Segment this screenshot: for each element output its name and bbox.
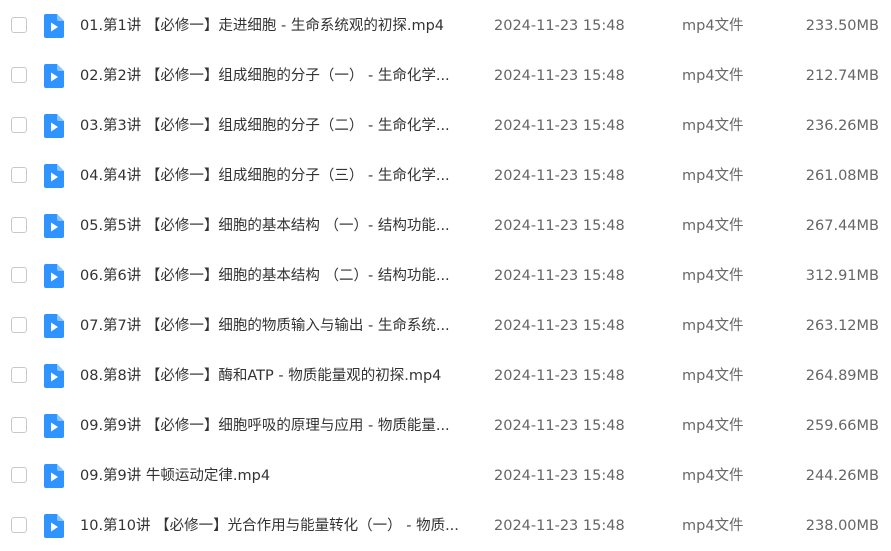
row-checkbox[interactable] bbox=[11, 17, 27, 33]
video-file-icon bbox=[44, 264, 64, 288]
file-type: mp4文件 bbox=[682, 268, 744, 284]
file-row[interactable]: 09.第9讲 牛顿运动定律.mp4 2024-11-23 15:48 mp4文件… bbox=[0, 451, 891, 501]
file-row[interactable]: 10.第10讲 【必修一】光合作用与能量转化（一） - 物质... 2024-1… bbox=[0, 501, 891, 551]
file-type: mp4文件 bbox=[682, 518, 744, 534]
row-checkbox[interactable] bbox=[11, 417, 27, 433]
video-file-icon bbox=[44, 364, 64, 388]
file-type: mp4文件 bbox=[682, 318, 744, 334]
file-date: 2024-11-23 15:48 bbox=[494, 168, 625, 184]
row-checkbox[interactable] bbox=[11, 367, 27, 383]
file-date: 2024-11-23 15:48 bbox=[494, 518, 625, 534]
file-size: 236.26MB bbox=[805, 118, 879, 134]
file-size: 212.74MB bbox=[805, 68, 879, 84]
file-name[interactable]: 05.第5讲 【必修一】细胞的基本结构 （一）- 结构功能... bbox=[80, 201, 480, 251]
file-size: 267.44MB bbox=[805, 218, 879, 234]
file-date: 2024-11-23 15:48 bbox=[494, 468, 625, 484]
file-date: 2024-11-23 15:48 bbox=[494, 68, 625, 84]
file-date: 2024-11-23 15:48 bbox=[494, 118, 625, 134]
video-file-icon bbox=[44, 214, 64, 238]
row-checkbox[interactable] bbox=[11, 317, 27, 333]
row-checkbox[interactable] bbox=[11, 267, 27, 283]
file-size: 233.50MB bbox=[805, 18, 879, 34]
file-size: 238.00MB bbox=[805, 518, 879, 534]
row-checkbox[interactable] bbox=[11, 517, 27, 533]
file-name[interactable]: 04.第4讲 【必修一】组成细胞的分子（三） - 生命化学... bbox=[80, 151, 480, 201]
file-type: mp4文件 bbox=[682, 168, 744, 184]
file-row[interactable]: 03.第3讲 【必修一】组成细胞的分子（二） - 生命化学... 2024-11… bbox=[0, 101, 891, 151]
file-row[interactable]: 01.第1讲 【必修一】走进细胞 - 生命系统观的初探.mp4 2024-11-… bbox=[0, 1, 891, 51]
file-size: 259.66MB bbox=[805, 418, 879, 434]
file-date: 2024-11-23 15:48 bbox=[494, 18, 625, 34]
row-checkbox[interactable] bbox=[11, 217, 27, 233]
file-size: 312.91MB bbox=[805, 268, 879, 284]
file-name[interactable]: 02.第2讲 【必修一】组成细胞的分子（一） - 生命化学... bbox=[80, 51, 480, 101]
file-date: 2024-11-23 15:48 bbox=[494, 218, 625, 234]
file-size: 263.12MB bbox=[805, 318, 879, 334]
file-date: 2024-11-23 15:48 bbox=[494, 368, 625, 384]
video-file-icon bbox=[44, 14, 64, 38]
file-row[interactable]: 02.第2讲 【必修一】组成细胞的分子（一） - 生命化学... 2024-11… bbox=[0, 51, 891, 101]
file-type: mp4文件 bbox=[682, 368, 744, 384]
file-row[interactable]: 08.第8讲 【必修一】酶和ATP - 物质能量观的初探.mp4 2024-11… bbox=[0, 351, 891, 401]
video-file-icon bbox=[44, 114, 64, 138]
video-file-icon bbox=[44, 64, 64, 88]
file-row[interactable]: 05.第5讲 【必修一】细胞的基本结构 （一）- 结构功能... 2024-11… bbox=[0, 201, 891, 251]
file-date: 2024-11-23 15:48 bbox=[494, 268, 625, 284]
file-row[interactable]: 04.第4讲 【必修一】组成细胞的分子（三） - 生命化学... 2024-11… bbox=[0, 151, 891, 201]
file-name[interactable]: 09.第9讲 牛顿运动定律.mp4 bbox=[80, 451, 480, 501]
row-checkbox[interactable] bbox=[11, 67, 27, 83]
file-name[interactable]: 06.第6讲 【必修一】细胞的基本结构 （二）- 结构功能... bbox=[80, 251, 480, 301]
file-row[interactable]: 07.第7讲 【必修一】细胞的物质输入与输出 - 生命系统... 2024-11… bbox=[0, 301, 891, 351]
file-name[interactable]: 07.第7讲 【必修一】细胞的物质输入与输出 - 生命系统... bbox=[80, 301, 480, 351]
video-file-icon bbox=[44, 414, 64, 438]
file-type: mp4文件 bbox=[682, 218, 744, 234]
file-type: mp4文件 bbox=[682, 18, 744, 34]
file-size: 264.89MB bbox=[805, 368, 879, 384]
video-file-icon bbox=[44, 464, 64, 488]
file-date: 2024-11-23 15:48 bbox=[494, 318, 625, 334]
file-size: 261.08MB bbox=[805, 168, 879, 184]
row-checkbox[interactable] bbox=[11, 167, 27, 183]
file-size: 244.26MB bbox=[805, 468, 879, 484]
file-type: mp4文件 bbox=[682, 468, 744, 484]
file-name[interactable]: 10.第10讲 【必修一】光合作用与能量转化（一） - 物质... bbox=[80, 501, 480, 551]
file-name[interactable]: 08.第8讲 【必修一】酶和ATP - 物质能量观的初探.mp4 bbox=[80, 351, 480, 401]
file-row[interactable]: 06.第6讲 【必修一】细胞的基本结构 （二）- 结构功能... 2024-11… bbox=[0, 251, 891, 301]
file-list: 01.第1讲 【必修一】走进细胞 - 生命系统观的初探.mp4 2024-11-… bbox=[0, 0, 891, 551]
video-file-icon bbox=[44, 164, 64, 188]
video-file-icon bbox=[44, 514, 64, 538]
file-type: mp4文件 bbox=[682, 68, 744, 84]
file-date: 2024-11-23 15:48 bbox=[494, 418, 625, 434]
file-type: mp4文件 bbox=[682, 118, 744, 134]
file-name[interactable]: 03.第3讲 【必修一】组成细胞的分子（二） - 生命化学... bbox=[80, 101, 480, 151]
file-name[interactable]: 09.第9讲 【必修一】细胞呼吸的原理与应用 - 物质能量... bbox=[80, 401, 480, 451]
row-checkbox[interactable] bbox=[11, 117, 27, 133]
video-file-icon bbox=[44, 314, 64, 338]
file-row[interactable]: 09.第9讲 【必修一】细胞呼吸的原理与应用 - 物质能量... 2024-11… bbox=[0, 401, 891, 451]
row-checkbox[interactable] bbox=[11, 467, 27, 483]
file-type: mp4文件 bbox=[682, 418, 744, 434]
file-name[interactable]: 01.第1讲 【必修一】走进细胞 - 生命系统观的初探.mp4 bbox=[80, 1, 480, 51]
